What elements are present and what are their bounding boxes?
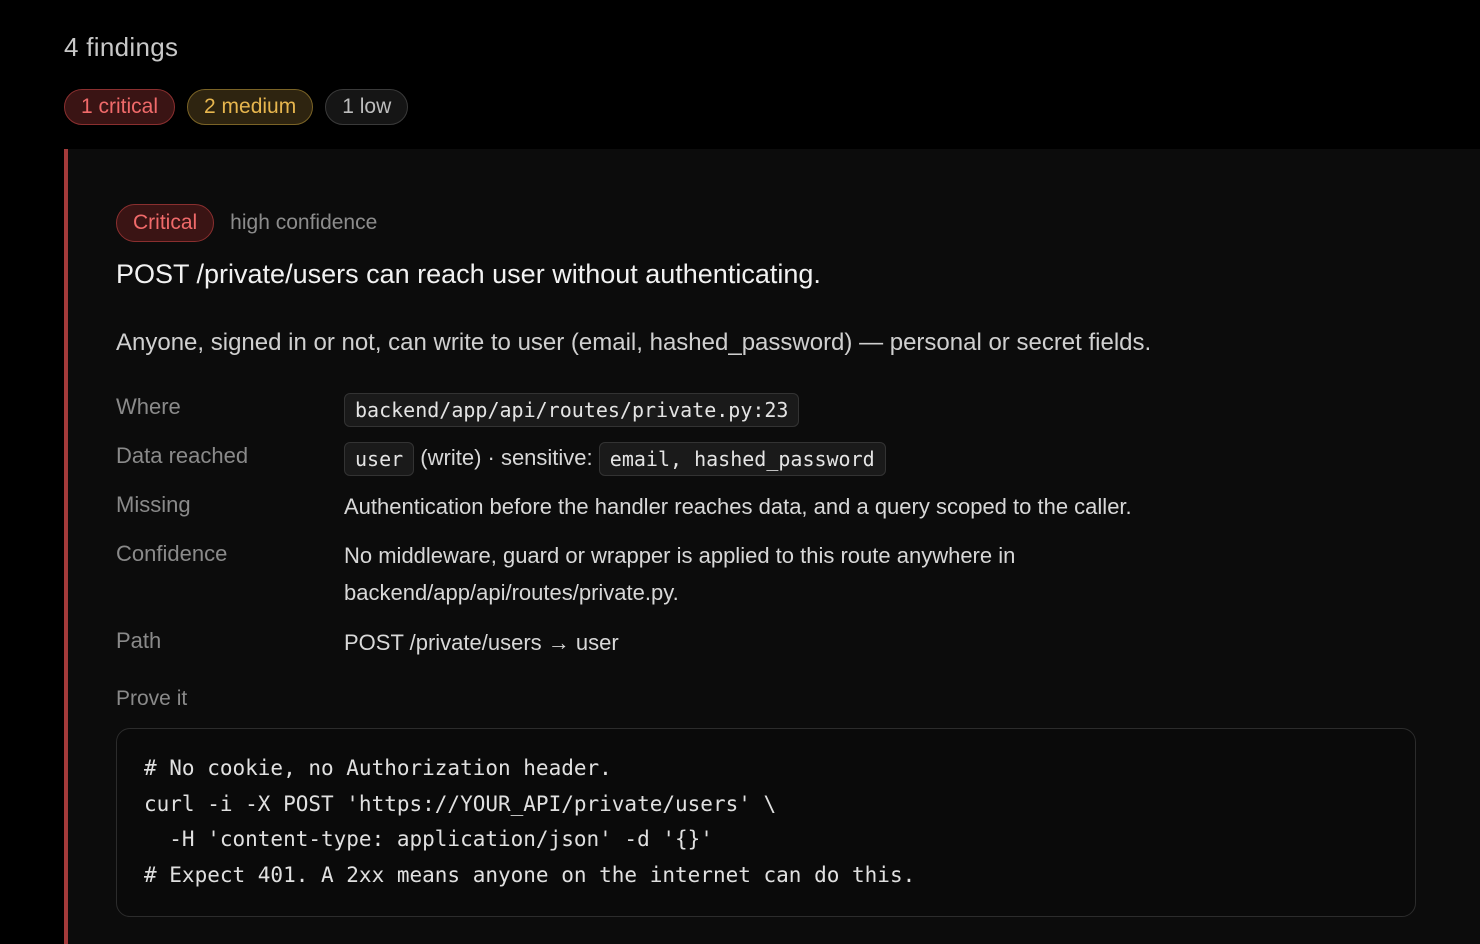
where-label: Where bbox=[116, 394, 181, 419]
data-reached-value: user (write) · sensitive: email, hashed_… bbox=[344, 439, 886, 477]
confidence-row-label: Confidence bbox=[116, 541, 228, 566]
severity-filter-pills: 1 critical 2 medium 1 low bbox=[64, 89, 409, 125]
finding-header: Critical high confidence bbox=[116, 204, 377, 242]
where-code[interactable]: backend/app/api/routes/private.py:23 bbox=[344, 393, 800, 428]
confidence-row-value: No middleware, guard or wrapper is appli… bbox=[344, 537, 1015, 611]
confidence-level: high confidence bbox=[230, 211, 378, 234]
low-count-pill[interactable]: 1 low bbox=[325, 89, 409, 125]
confidence-line-2: backend/app/api/routes/private.py. bbox=[344, 580, 679, 605]
code-line: # No cookie, no Authorization header. bbox=[144, 756, 612, 780]
missing-value: Authentication before the handler reache… bbox=[344, 494, 1132, 519]
code-line: # Expect 401. A 2xx means anyone on the … bbox=[144, 862, 916, 887]
finding-summary: Anyone, signed in or not, can write to u… bbox=[116, 329, 1152, 356]
prove-it-label: Prove it bbox=[116, 687, 188, 710]
data-reached-label: Data reached bbox=[116, 443, 249, 468]
path-value: POST /private/users → user bbox=[344, 630, 619, 655]
sensitive-fields-code: email, hashed_password bbox=[598, 442, 886, 477]
severity-badge: Critical bbox=[116, 204, 215, 242]
data-table-code: user bbox=[344, 442, 415, 477]
critical-count-pill[interactable]: 1 critical bbox=[64, 89, 176, 125]
missing-label: Missing bbox=[116, 492, 191, 517]
code-line: -H 'content-type: application/json' -d '… bbox=[144, 827, 713, 851]
finding-headline: POST /private/users can reach user witho… bbox=[116, 259, 821, 289]
prove-it-code-block[interactable]: # No cookie, no Authorization header. cu… bbox=[116, 728, 1416, 917]
confidence-line-1: No middleware, guard or wrapper is appli… bbox=[344, 543, 1016, 568]
code-line: curl -i -X POST 'https://YOUR_API/privat… bbox=[144, 791, 777, 816]
path-label: Path bbox=[116, 628, 162, 653]
where-value: backend/app/api/routes/private.py:23 bbox=[344, 390, 800, 428]
data-mode-text: (write) · sensitive: bbox=[420, 445, 593, 470]
medium-count-pill[interactable]: 2 medium bbox=[187, 89, 314, 125]
finding-card: Critical high confidence POST /private/u… bbox=[64, 149, 1480, 944]
findings-count-title: 4 findings bbox=[64, 32, 179, 62]
